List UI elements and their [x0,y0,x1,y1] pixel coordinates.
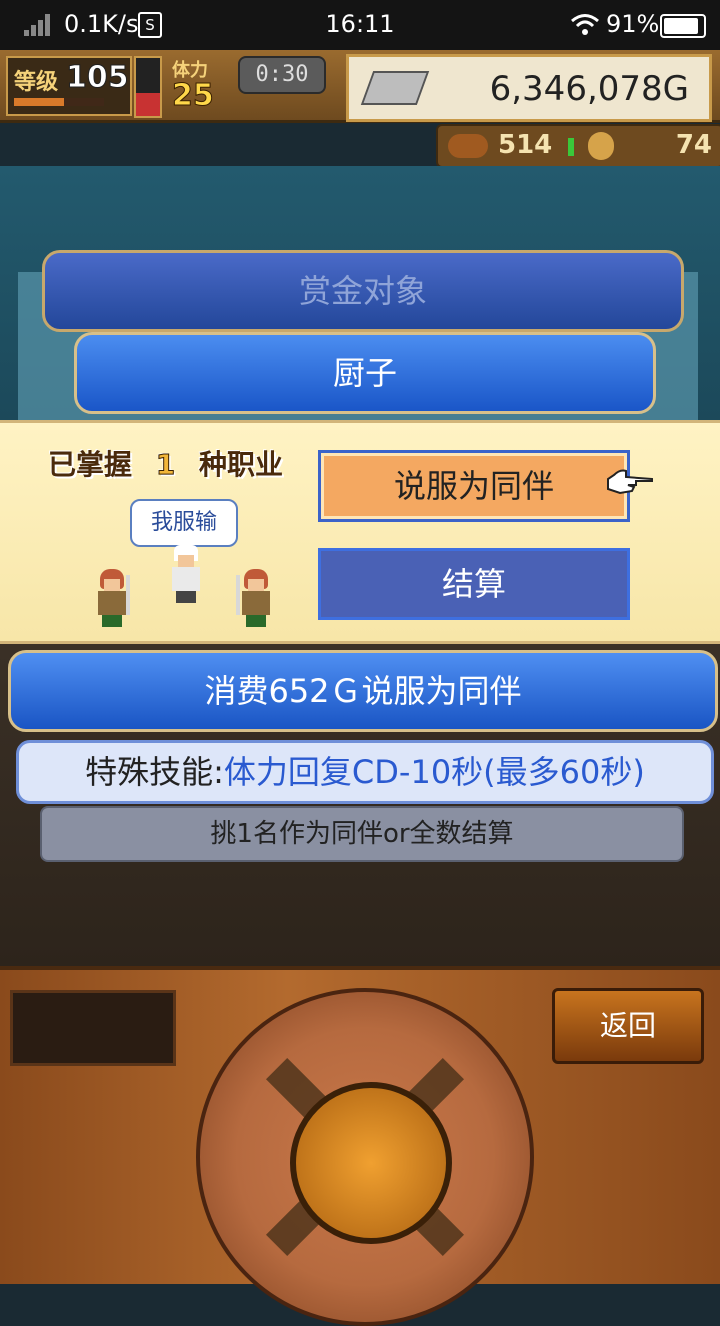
pointing-hand-icon [607,469,653,495]
level-value: 105 [66,60,130,96]
persuade-button[interactable]: 说服为同伴 [318,450,630,522]
level-label: 等级 [14,70,59,95]
gold-bar-icon [360,71,430,105]
controller-panel: 返回 [0,966,720,1326]
skill-value: 体力回复CD-10秒(最多60秒) [223,753,645,791]
chef-sprite [166,545,206,603]
cost-bar: 消费652Ｇ说服为同伴 [8,650,718,732]
status-bar: 0.1K/s S 16:11 91% [0,0,720,50]
wifi-icon [571,14,599,35]
persuade-panel: 已掌握 1 种职业 我服输 说服为同伴 结算 [0,420,720,644]
mastered-jobs-text: 已掌握 1 种职业 [48,443,283,483]
timer: 0:30 [238,56,326,94]
dpad[interactable] [196,988,534,1326]
mastered-suffix: 种职业 [199,448,284,481]
hint-bar: 挑1名作为同伴or全数结算 [40,806,684,862]
resource-bar [568,138,574,156]
special-skill-bar: 特殊技能:体力回复CD-10秒(最多60秒) [16,740,714,804]
battery-percent: 91% [606,10,660,38]
controller-screen [10,990,176,1066]
resource-1-value: 514 [498,130,553,160]
stamina-gauge [134,56,162,118]
target-name-bar: 厨子 [74,332,656,414]
gold-value: 6,346,078G [489,69,689,109]
level-panel: 等级 105 [6,56,132,116]
resource-2-value: 74 [675,130,712,160]
exp-bar [14,98,104,106]
battery-icon [660,14,706,38]
action-button[interactable] [290,1082,452,1244]
game-hud: 等级 105 体力 25 0:30 6,346,078G [0,50,720,123]
warrior-sprite-right [236,569,276,627]
mastered-prefix: 已掌握 [48,448,133,481]
back-button[interactable]: 返回 [552,988,704,1064]
mastered-count: 1 [155,448,176,482]
resource-panel: 514 74 [436,124,720,168]
settle-button[interactable]: 结算 [318,548,630,620]
gold-panel: 6,346,078G [346,54,712,122]
warrior-sprite-left [92,569,132,627]
bounty-title-bar: 赏金对象 [42,250,684,332]
stamina-value: 25 [172,78,215,114]
speech-bubble: 我服输 [130,499,238,547]
meat-icon [448,134,488,158]
skill-prefix: 特殊技能: [85,753,224,791]
coin-icon [588,132,614,160]
